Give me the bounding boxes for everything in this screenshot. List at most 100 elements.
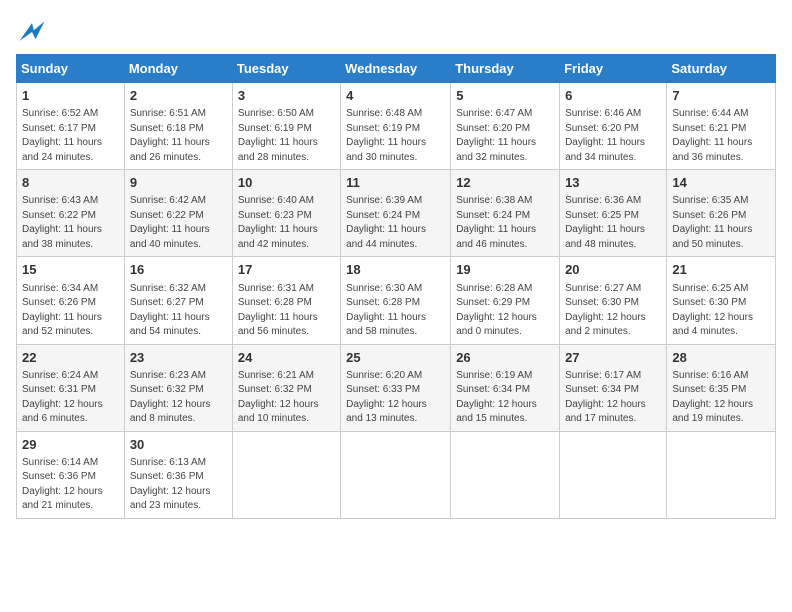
cell-content: Sunrise: 6:30 AM Sunset: 6:28 PM Dayligh… bbox=[346, 282, 445, 340]
calendar-cell: 22 Sunrise: 6:24 AM Sunset: 6:31 PM Dayl… bbox=[17, 344, 125, 431]
calendar-week-3: 15 Sunrise: 6:34 AM Sunset: 6:26 PM Dayl… bbox=[17, 257, 776, 344]
cell-content: Sunrise: 6:36 AM Sunset: 6:25 PM Dayligh… bbox=[565, 194, 661, 252]
cell-content: Sunrise: 6:13 AM Sunset: 6:36 PM Dayligh… bbox=[130, 456, 227, 514]
calendar-cell: 27 Sunrise: 6:17 AM Sunset: 6:34 PM Dayl… bbox=[560, 344, 667, 431]
cell-content: Sunrise: 6:43 AM Sunset: 6:22 PM Dayligh… bbox=[22, 194, 119, 252]
weekday-header-row: SundayMondayTuesdayWednesdayThursdayFrid… bbox=[17, 55, 776, 83]
calendar-cell: 17 Sunrise: 6:31 AM Sunset: 6:28 PM Dayl… bbox=[232, 257, 340, 344]
calendar-cell: 30 Sunrise: 6:13 AM Sunset: 6:36 PM Dayl… bbox=[124, 431, 232, 518]
cell-content: Sunrise: 6:32 AM Sunset: 6:27 PM Dayligh… bbox=[130, 282, 227, 340]
calendar-cell: 29 Sunrise: 6:14 AM Sunset: 6:36 PM Dayl… bbox=[17, 431, 125, 518]
day-number: 16 bbox=[130, 261, 227, 279]
calendar-cell: 2 Sunrise: 6:51 AM Sunset: 6:18 PM Dayli… bbox=[124, 83, 232, 170]
calendar-cell: 9 Sunrise: 6:42 AM Sunset: 6:22 PM Dayli… bbox=[124, 170, 232, 257]
cell-content: Sunrise: 6:38 AM Sunset: 6:24 PM Dayligh… bbox=[456, 194, 554, 252]
cell-content: Sunrise: 6:40 AM Sunset: 6:23 PM Dayligh… bbox=[238, 194, 335, 252]
day-number: 27 bbox=[565, 349, 661, 367]
calendar-cell bbox=[451, 431, 560, 518]
cell-content: Sunrise: 6:23 AM Sunset: 6:32 PM Dayligh… bbox=[130, 369, 227, 427]
cell-content: Sunrise: 6:16 AM Sunset: 6:35 PM Dayligh… bbox=[672, 369, 770, 427]
day-number: 9 bbox=[130, 174, 227, 192]
day-number: 10 bbox=[238, 174, 335, 192]
calendar-cell: 12 Sunrise: 6:38 AM Sunset: 6:24 PM Dayl… bbox=[451, 170, 560, 257]
cell-content: Sunrise: 6:47 AM Sunset: 6:20 PM Dayligh… bbox=[456, 107, 554, 165]
cell-content: Sunrise: 6:25 AM Sunset: 6:30 PM Dayligh… bbox=[672, 282, 770, 340]
calendar-cell: 7 Sunrise: 6:44 AM Sunset: 6:21 PM Dayli… bbox=[667, 83, 776, 170]
day-number: 13 bbox=[565, 174, 661, 192]
day-number: 19 bbox=[456, 261, 554, 279]
cell-content: Sunrise: 6:14 AM Sunset: 6:36 PM Dayligh… bbox=[22, 456, 119, 514]
cell-content: Sunrise: 6:51 AM Sunset: 6:18 PM Dayligh… bbox=[130, 107, 227, 165]
day-number: 12 bbox=[456, 174, 554, 192]
calendar-cell: 3 Sunrise: 6:50 AM Sunset: 6:19 PM Dayli… bbox=[232, 83, 340, 170]
calendar-week-1: 1 Sunrise: 6:52 AM Sunset: 6:17 PM Dayli… bbox=[17, 83, 776, 170]
day-number: 2 bbox=[130, 87, 227, 105]
cell-content: Sunrise: 6:46 AM Sunset: 6:20 PM Dayligh… bbox=[565, 107, 661, 165]
day-number: 20 bbox=[565, 261, 661, 279]
calendar-cell: 16 Sunrise: 6:32 AM Sunset: 6:27 PM Dayl… bbox=[124, 257, 232, 344]
calendar-cell: 25 Sunrise: 6:20 AM Sunset: 6:33 PM Dayl… bbox=[341, 344, 451, 431]
cell-content: Sunrise: 6:27 AM Sunset: 6:30 PM Dayligh… bbox=[565, 282, 661, 340]
day-number: 14 bbox=[672, 174, 770, 192]
day-number: 22 bbox=[22, 349, 119, 367]
calendar-cell bbox=[232, 431, 340, 518]
day-number: 5 bbox=[456, 87, 554, 105]
day-number: 11 bbox=[346, 174, 445, 192]
calendar-cell bbox=[560, 431, 667, 518]
day-number: 8 bbox=[22, 174, 119, 192]
calendar-cell: 6 Sunrise: 6:46 AM Sunset: 6:20 PM Dayli… bbox=[560, 83, 667, 170]
weekday-header-monday: Monday bbox=[124, 55, 232, 83]
weekday-header-wednesday: Wednesday bbox=[341, 55, 451, 83]
calendar-cell: 13 Sunrise: 6:36 AM Sunset: 6:25 PM Dayl… bbox=[560, 170, 667, 257]
cell-content: Sunrise: 6:50 AM Sunset: 6:19 PM Dayligh… bbox=[238, 107, 335, 165]
cell-content: Sunrise: 6:24 AM Sunset: 6:31 PM Dayligh… bbox=[22, 369, 119, 427]
calendar-week-2: 8 Sunrise: 6:43 AM Sunset: 6:22 PM Dayli… bbox=[17, 170, 776, 257]
calendar-cell: 19 Sunrise: 6:28 AM Sunset: 6:29 PM Dayl… bbox=[451, 257, 560, 344]
calendar-cell: 26 Sunrise: 6:19 AM Sunset: 6:34 PM Dayl… bbox=[451, 344, 560, 431]
logo bbox=[16, 16, 52, 48]
day-number: 7 bbox=[672, 87, 770, 105]
day-number: 3 bbox=[238, 87, 335, 105]
day-number: 15 bbox=[22, 261, 119, 279]
weekday-header-friday: Friday bbox=[560, 55, 667, 83]
page-header bbox=[16, 16, 776, 48]
weekday-header-saturday: Saturday bbox=[667, 55, 776, 83]
day-number: 25 bbox=[346, 349, 445, 367]
calendar-week-4: 22 Sunrise: 6:24 AM Sunset: 6:31 PM Dayl… bbox=[17, 344, 776, 431]
calendar-cell: 4 Sunrise: 6:48 AM Sunset: 6:19 PM Dayli… bbox=[341, 83, 451, 170]
calendar-cell: 8 Sunrise: 6:43 AM Sunset: 6:22 PM Dayli… bbox=[17, 170, 125, 257]
weekday-header-tuesday: Tuesday bbox=[232, 55, 340, 83]
calendar-cell: 28 Sunrise: 6:16 AM Sunset: 6:35 PM Dayl… bbox=[667, 344, 776, 431]
day-number: 6 bbox=[565, 87, 661, 105]
day-number: 26 bbox=[456, 349, 554, 367]
calendar-cell: 23 Sunrise: 6:23 AM Sunset: 6:32 PM Dayl… bbox=[124, 344, 232, 431]
day-number: 21 bbox=[672, 261, 770, 279]
logo-icon bbox=[16, 16, 48, 48]
cell-content: Sunrise: 6:17 AM Sunset: 6:34 PM Dayligh… bbox=[565, 369, 661, 427]
calendar-week-5: 29 Sunrise: 6:14 AM Sunset: 6:36 PM Dayl… bbox=[17, 431, 776, 518]
day-number: 23 bbox=[130, 349, 227, 367]
cell-content: Sunrise: 6:28 AM Sunset: 6:29 PM Dayligh… bbox=[456, 282, 554, 340]
cell-content: Sunrise: 6:34 AM Sunset: 6:26 PM Dayligh… bbox=[22, 282, 119, 340]
calendar-cell bbox=[667, 431, 776, 518]
cell-content: Sunrise: 6:52 AM Sunset: 6:17 PM Dayligh… bbox=[22, 107, 119, 165]
calendar-cell: 10 Sunrise: 6:40 AM Sunset: 6:23 PM Dayl… bbox=[232, 170, 340, 257]
cell-content: Sunrise: 6:19 AM Sunset: 6:34 PM Dayligh… bbox=[456, 369, 554, 427]
weekday-header-sunday: Sunday bbox=[17, 55, 125, 83]
cell-content: Sunrise: 6:39 AM Sunset: 6:24 PM Dayligh… bbox=[346, 194, 445, 252]
cell-content: Sunrise: 6:21 AM Sunset: 6:32 PM Dayligh… bbox=[238, 369, 335, 427]
calendar-cell: 21 Sunrise: 6:25 AM Sunset: 6:30 PM Dayl… bbox=[667, 257, 776, 344]
day-number: 28 bbox=[672, 349, 770, 367]
day-number: 24 bbox=[238, 349, 335, 367]
cell-content: Sunrise: 6:35 AM Sunset: 6:26 PM Dayligh… bbox=[672, 194, 770, 252]
calendar-table: SundayMondayTuesdayWednesdayThursdayFrid… bbox=[16, 54, 776, 519]
day-number: 30 bbox=[130, 436, 227, 454]
cell-content: Sunrise: 6:48 AM Sunset: 6:19 PM Dayligh… bbox=[346, 107, 445, 165]
day-number: 18 bbox=[346, 261, 445, 279]
day-number: 4 bbox=[346, 87, 445, 105]
calendar-cell: 14 Sunrise: 6:35 AM Sunset: 6:26 PM Dayl… bbox=[667, 170, 776, 257]
weekday-header-thursday: Thursday bbox=[451, 55, 560, 83]
calendar-cell: 20 Sunrise: 6:27 AM Sunset: 6:30 PM Dayl… bbox=[560, 257, 667, 344]
cell-content: Sunrise: 6:31 AM Sunset: 6:28 PM Dayligh… bbox=[238, 282, 335, 340]
calendar-cell: 15 Sunrise: 6:34 AM Sunset: 6:26 PM Dayl… bbox=[17, 257, 125, 344]
